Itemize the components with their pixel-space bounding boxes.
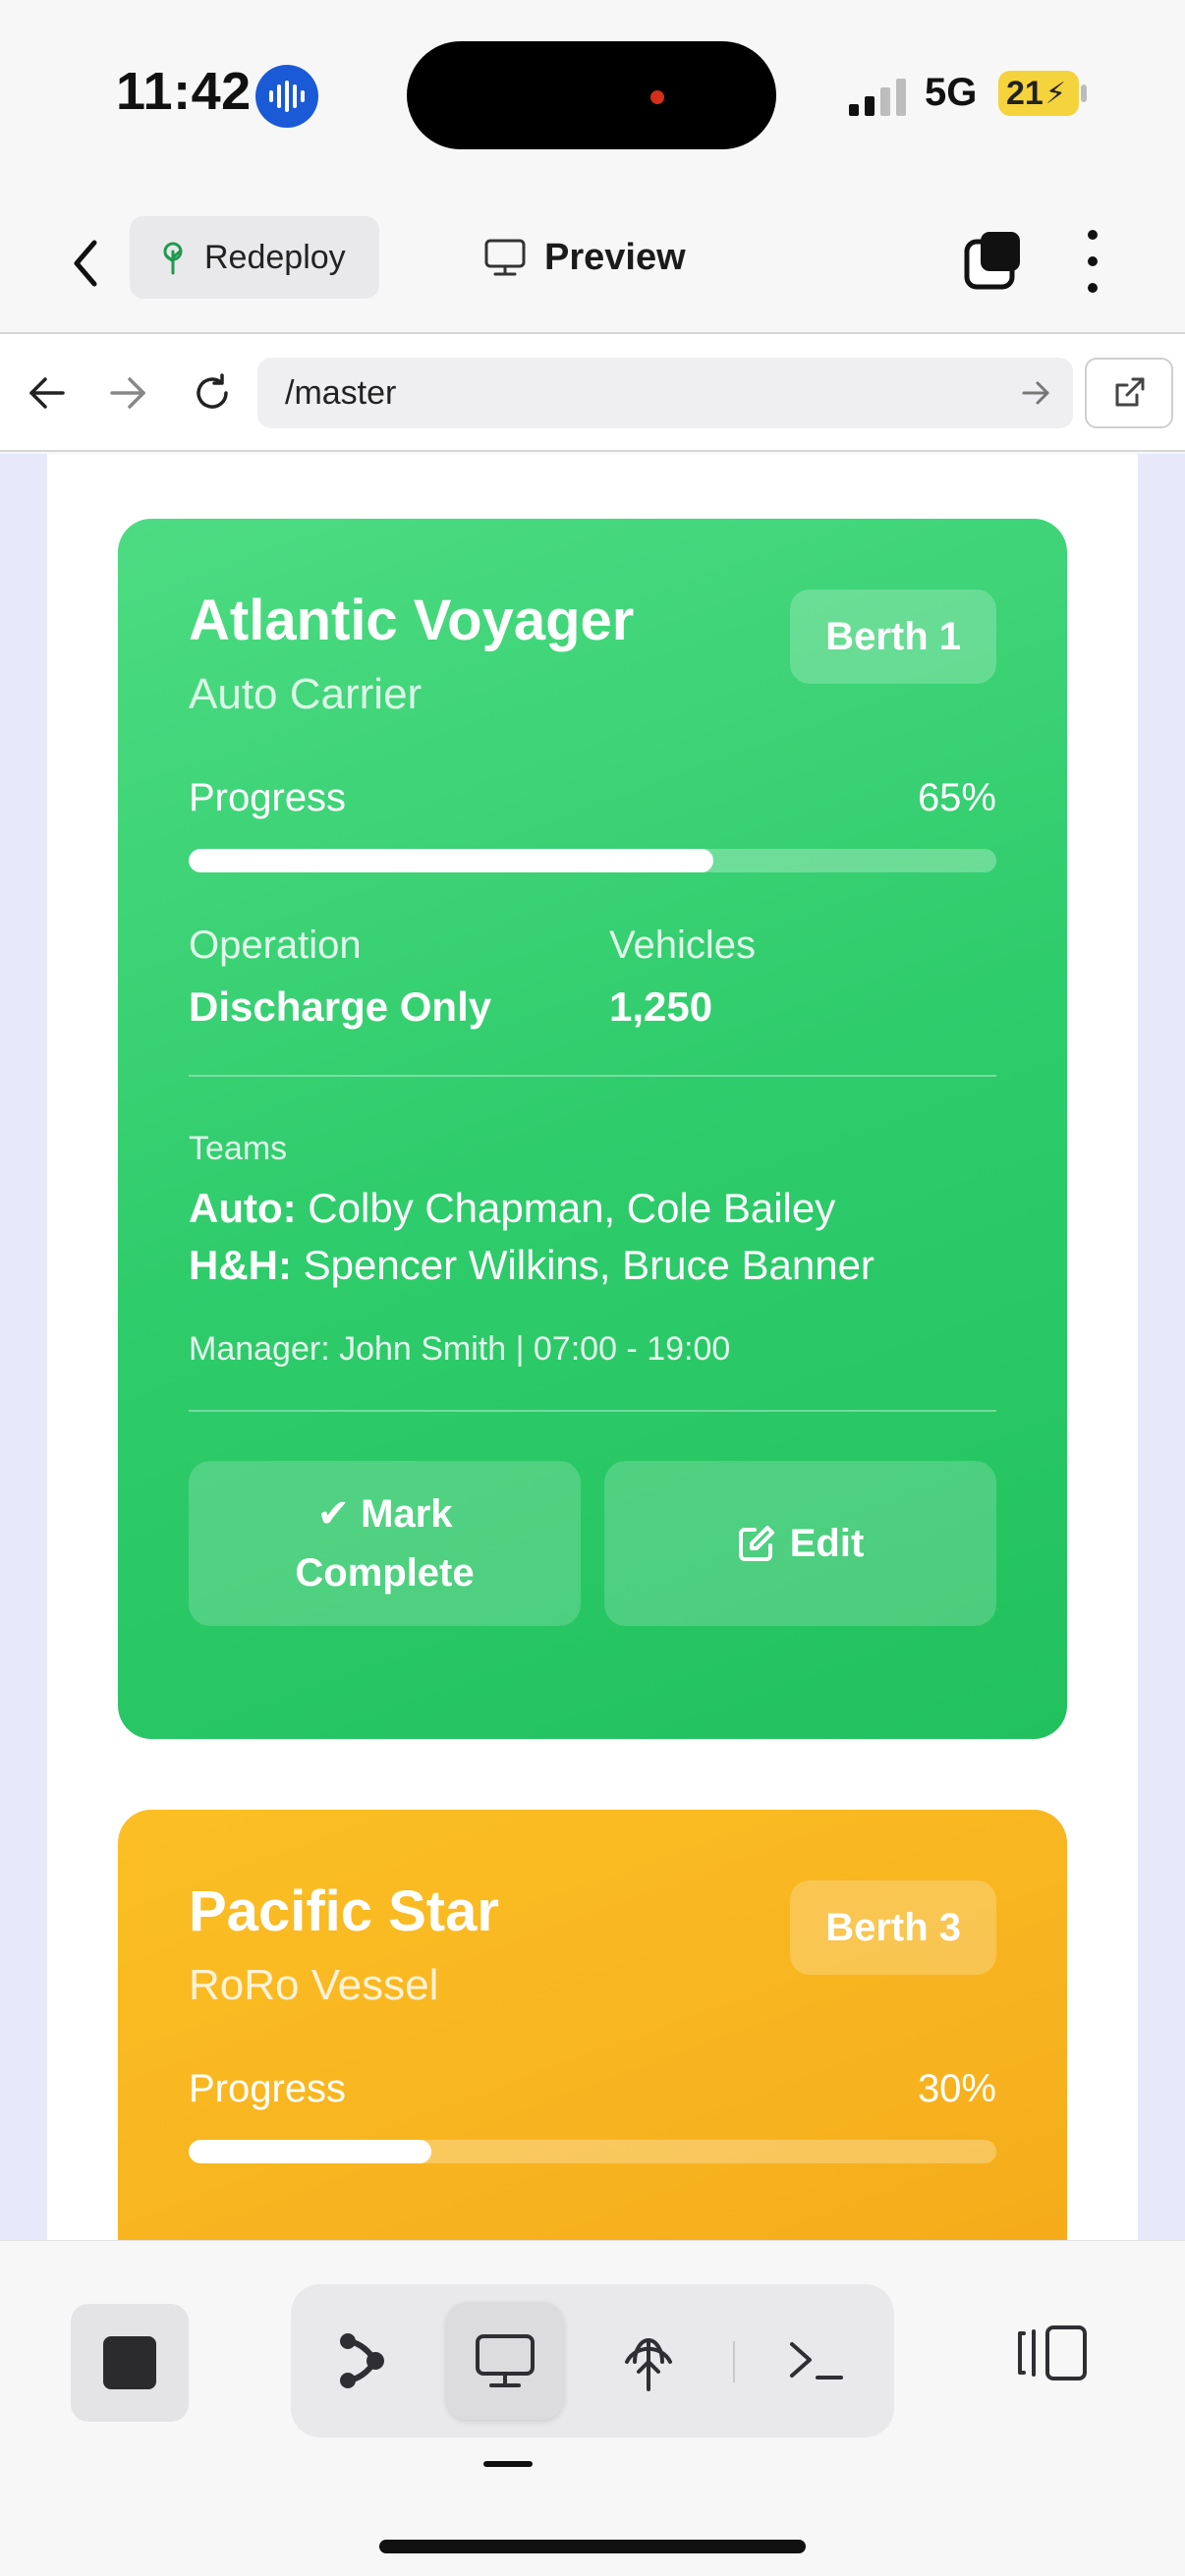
edit-icon — [738, 1525, 774, 1561]
battery-level: 21 — [1006, 74, 1044, 112]
nav-forward-button[interactable] — [98, 364, 157, 422]
network-type: 5G — [925, 71, 978, 114]
divider — [189, 1409, 996, 1412]
progress-row: Progress 30% — [189, 2067, 996, 2118]
external-link-icon — [1115, 377, 1145, 407]
sidebar-toggle-icon — [1018, 2325, 1087, 2380]
progress-label: Progress — [189, 2066, 347, 2110]
go-arrow-icon[interactable] — [1016, 373, 1055, 413]
monitor-icon — [484, 239, 526, 276]
nav-back-button[interactable] — [18, 364, 77, 422]
drag-handle[interactable] — [483, 2461, 533, 2467]
ship-card: Atlantic Voyager Auto Carrier Berth 1 Pr… — [118, 519, 1067, 1739]
camera-indicator-icon — [650, 90, 664, 104]
tool-preview[interactable] — [446, 2302, 564, 2420]
branch-icon — [340, 2333, 384, 2388]
tool-deploy[interactable] — [590, 2302, 707, 2420]
arrow-left-icon — [29, 377, 65, 409]
voice-recording-icon — [255, 65, 318, 128]
progress-percent: 65% — [917, 775, 996, 819]
ship-stats: Operation Discharge Only Vehicles 1,250 — [189, 924, 996, 1041]
team-members: Colby Chapman, Cole Bailey — [308, 1184, 836, 1231]
side-panel-button[interactable] — [1012, 2312, 1095, 2394]
deploy-tree-icon — [163, 242, 183, 275]
tool-branch[interactable] — [303, 2302, 421, 2420]
preview-label: Preview — [544, 236, 686, 278]
reload-icon — [197, 373, 228, 409]
divider — [189, 1074, 996, 1077]
preview-title: Preview — [483, 226, 686, 289]
monitor-icon — [476, 2334, 535, 2387]
signal-strength-icon — [849, 79, 908, 116]
url-bar: /master — [0, 334, 1185, 452]
more-options-icon[interactable] — [1081, 230, 1104, 293]
check-icon: ✔ — [316, 1491, 350, 1536]
tool-switcher — [291, 2284, 894, 2437]
battery-icon: 21 ⚡ — [998, 71, 1079, 116]
page-content: Atlantic Voyager Auto Carrier Berth 1 Pr… — [47, 454, 1138, 2240]
vehicles-stat: Vehicles 1,250 — [609, 924, 756, 1031]
home-indicator[interactable] — [379, 2540, 806, 2553]
team-group: H&H: — [189, 1242, 292, 1289]
progress-label: Progress — [189, 775, 347, 819]
operation-label: Operation — [189, 923, 362, 967]
stop-icon — [103, 2336, 156, 2389]
tool-separator — [733, 2341, 735, 2382]
team-members: Spencer Wilkins, Bruce Banner — [303, 1242, 875, 1289]
dynamic-island — [407, 41, 776, 149]
stop-button[interactable] — [71, 2304, 189, 2422]
bottom-toolbar — [0, 2240, 1185, 2576]
mark-complete-line1: Mark — [361, 1491, 453, 1536]
vehicles-label: Vehicles — [609, 923, 756, 967]
terminal-icon — [790, 2342, 843, 2380]
arrow-right-icon — [110, 377, 145, 409]
url-path: /master — [285, 373, 397, 412]
progress-bar — [189, 848, 996, 872]
mark-complete-line2: Complete — [295, 1550, 475, 1595]
berth-badge: Berth 1 — [790, 589, 996, 684]
tool-terminal[interactable] — [757, 2302, 875, 2420]
operation-value: Discharge Only — [189, 982, 492, 1030]
progress-fill — [189, 848, 714, 872]
team-group: Auto: — [189, 1184, 297, 1231]
tabs-icon[interactable] — [961, 228, 1026, 293]
team-line: H&H: Spencer Wilkins, Bruce Banner — [189, 1241, 996, 1290]
manager-shift: Manager: John Smith | 07:00 - 19:00 — [189, 1329, 731, 1368]
chevron-left-icon — [74, 240, 97, 287]
edit-label: Edit — [789, 1521, 865, 1565]
operation-stat: Operation Discharge Only — [189, 924, 491, 1031]
open-external-button[interactable] — [1085, 358, 1173, 428]
reload-button[interactable] — [183, 364, 242, 422]
back-button[interactable] — [59, 232, 112, 295]
redeploy-label: Redeploy — [204, 238, 346, 276]
teams-label: Teams — [189, 1129, 288, 1167]
status-bar: 11:42 5G 21 ⚡ — [0, 0, 1185, 193]
deploy-icon — [625, 2338, 672, 2391]
redeploy-button[interactable]: Redeploy — [130, 216, 379, 299]
status-time: 11:42 — [116, 62, 252, 121]
url-input[interactable]: /master — [257, 358, 1073, 428]
app-header: Redeploy Preview — [0, 193, 1185, 334]
ship-card: Pacific Star RoRo Vessel Berth 3 Progres… — [118, 1810, 1067, 2240]
progress-fill — [189, 2139, 431, 2163]
preview-viewport: Atlantic Voyager Auto Carrier Berth 1 Pr… — [0, 454, 1185, 2240]
edit-button[interactable]: Edit — [604, 1460, 996, 1626]
battery-cap — [1081, 84, 1087, 102]
card-actions: ✔ Mark Complete Edit — [189, 1460, 996, 1626]
team-line: Auto: Colby Chapman, Cole Bailey — [189, 1184, 996, 1233]
berth-badge: Berth 3 — [790, 1880, 996, 1975]
vehicles-value: 1,250 — [609, 982, 713, 1030]
progress-percent: 30% — [917, 2066, 996, 2110]
progress-row: Progress 65% — [189, 776, 996, 827]
mark-complete-button[interactable]: ✔ Mark Complete — [189, 1460, 581, 1626]
progress-bar — [189, 2139, 996, 2163]
